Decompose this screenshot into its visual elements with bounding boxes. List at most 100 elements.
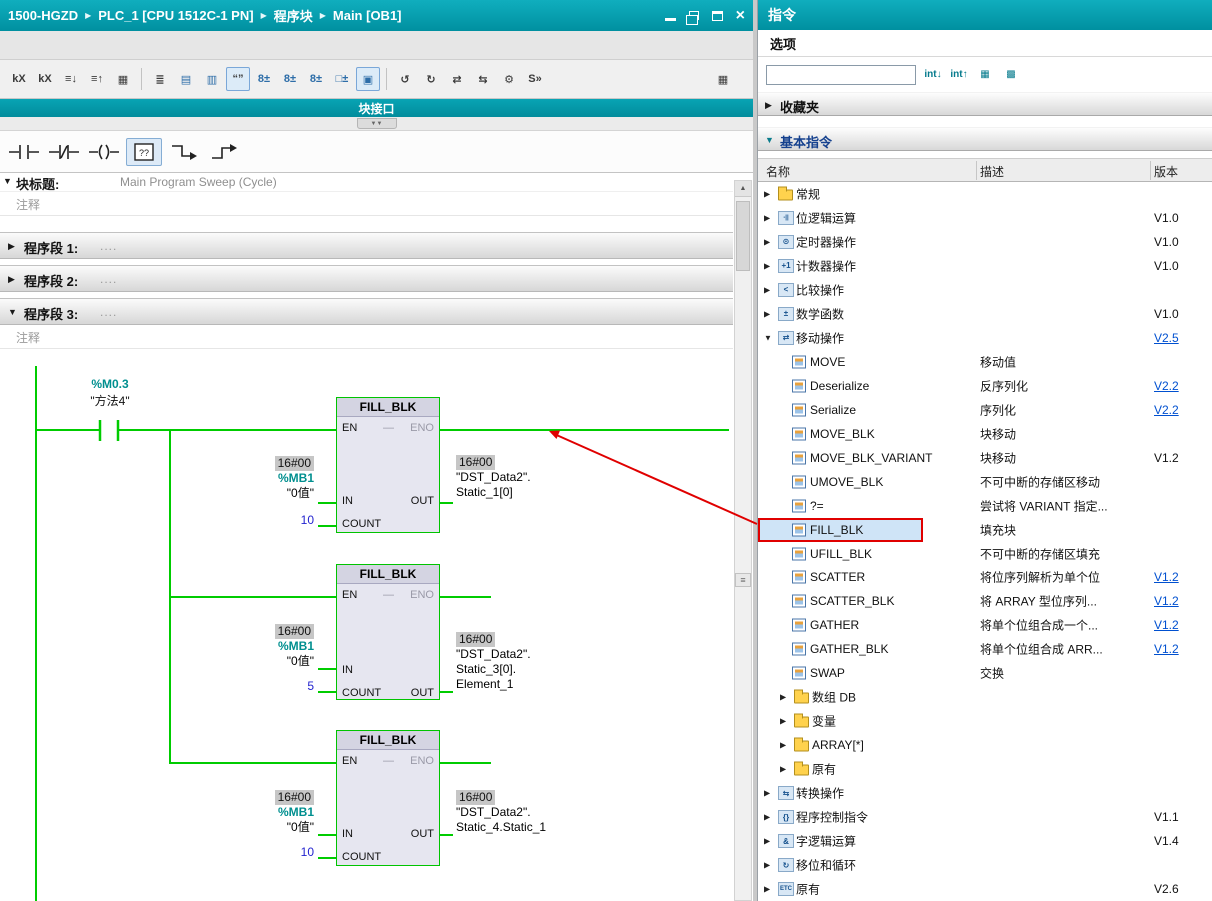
block-comment[interactable]: 注释	[0, 192, 733, 216]
fill-blk-block[interactable]: FILL_BLK EN — ENO IN COUNT OUT	[336, 730, 440, 866]
goto-previous-error-icon[interactable]: ↺	[393, 67, 417, 91]
pane-splitter-grip[interactable]: ≡	[735, 573, 751, 587]
block-title-row[interactable]: ▼ 块标题: Main Program Sweep (Cycle)	[0, 173, 733, 192]
instruction-row[interactable]: UMOVE_BLK 不可中断的存储区移动	[758, 470, 1212, 494]
instruction-row[interactable]: ▶ 数组 DB	[758, 685, 1212, 709]
fill-blk-block[interactable]: FILL_BLK EN — ENO IN COUNT OUT	[336, 397, 440, 533]
close-icon[interactable]: ×	[736, 7, 745, 24]
network-2-bar[interactable]: ▶ 程序段 2: ....	[0, 265, 733, 292]
instruction-row[interactable]: GATHER 将单个位组合成一个... V1.2	[758, 613, 1212, 637]
row-arrow[interactable]: ▶	[764, 861, 770, 870]
instruction-row[interactable]: SCATTER_BLK 将 ARRAY 型位序列... V1.2	[758, 589, 1212, 613]
breadcrumb-item[interactable]: Main [OB1]	[333, 8, 402, 23]
editor-layout-icon[interactable]: ▦	[711, 67, 735, 91]
instruction-row[interactable]: SCATTER 将位序列解析为单个位 V1.2	[758, 566, 1212, 590]
column-description[interactable]: 描述	[980, 163, 1004, 180]
chevron-right-icon[interactable]: ▶	[765, 100, 772, 111]
splitter-handle-icon[interactable]: ▼▼	[356, 118, 397, 129]
instruction-row[interactable]: ▶ ⇆ 转换操作	[758, 781, 1212, 805]
instruction-row[interactable]: UFILL_BLK 不可中断的存储区填充	[758, 542, 1212, 566]
highlight-operand-icon[interactable]: ▣	[356, 67, 380, 91]
vertical-scrollbar[interactable]: ▲ ≡	[734, 180, 752, 901]
instruction-row[interactable]: ▶ ARRAY[*]	[758, 733, 1212, 757]
chevron-down-icon[interactable]: ▼	[765, 135, 774, 145]
view-mode-icon[interactable]: ▦	[974, 65, 996, 85]
instruction-row[interactable]: GATHER_BLK 将单个位组合成 ARR... V1.2	[758, 637, 1212, 661]
count-value[interactable]: 10	[190, 845, 314, 859]
fill-blk-block[interactable]: FILL_BLK EN — ENO IN COUNT OUT	[336, 564, 440, 700]
instruction-row[interactable]: ▶ < 比较操作	[758, 278, 1212, 302]
consistency-check-icon[interactable]: ⇆	[471, 67, 495, 91]
goto-next-error-icon[interactable]: ↻	[419, 67, 443, 91]
favorites-section-header[interactable]: ▶ 收藏夹	[758, 92, 1212, 116]
in-operand-stack[interactable]: 16#00 %MB1 "0值"	[190, 790, 314, 835]
network-3-bar[interactable]: ▼ 程序段 3: ....	[0, 298, 733, 325]
instruction-row[interactable]: ▶ {} 程序控制指令 V1.1	[758, 805, 1212, 829]
instruction-row[interactable]: ▶ -|| 位逻辑运算 V1.0	[758, 206, 1212, 230]
row-version[interactable]: V2.2	[1154, 403, 1179, 417]
count-value[interactable]: 5	[190, 679, 314, 693]
nc-contact-icon[interactable]	[46, 138, 82, 166]
scroll-up-icon[interactable]: ▲	[735, 181, 751, 197]
operand-absolute-info-icon[interactable]: 8±	[252, 67, 276, 91]
row-arrow[interactable]: ▶	[764, 189, 770, 198]
contact-name[interactable]: "方法4"	[60, 392, 160, 409]
instruction-row[interactable]: ▶ +1 计数器操作 V1.0	[758, 254, 1212, 278]
minimize-icon[interactable]	[664, 18, 676, 21]
maximize-icon[interactable]	[711, 10, 723, 21]
insert-network-icon[interactable]: ▦	[111, 67, 135, 91]
no-contact-icon[interactable]	[6, 138, 42, 166]
instruction-row[interactable]: ▶ 原有	[758, 757, 1212, 781]
collapse-triangle-icon[interactable]: ▼	[3, 176, 12, 186]
instruction-row[interactable]: ▶ 常规	[758, 182, 1212, 206]
out-operand-stack[interactable]: 16#00 "DST_Data2". Static_4.Static_1	[456, 790, 666, 835]
pin-palette-icon[interactable]: ▩	[1000, 65, 1022, 85]
instruction-row[interactable]: MOVE_BLK_VARIANT 块移动 V1.2	[758, 446, 1212, 470]
coil-icon[interactable]	[86, 138, 122, 166]
row-version[interactable]: V2.5	[1154, 331, 1179, 345]
instruction-row[interactable]: MOVE 移动值	[758, 350, 1212, 374]
instruction-row[interactable]: ▶ ↻ 移位和循环	[758, 853, 1212, 877]
open-branch-icon[interactable]	[166, 138, 202, 166]
network-3-comment[interactable]: 注释	[0, 325, 733, 349]
row-arrow[interactable]: ▶	[764, 237, 770, 246]
row-version[interactable]: V1.2	[1154, 642, 1179, 656]
row-arrow[interactable]: ▶	[764, 885, 770, 894]
empty-box-icon[interactable]: ??	[126, 137, 162, 166]
in-operand-stack[interactable]: 16#00 %MB1 "0值"	[190, 456, 314, 501]
absolute-operands-icon[interactable]: kX	[7, 67, 31, 91]
maximize-editor-icon[interactable]: ▤	[174, 67, 198, 91]
instruction-row[interactable]: ▶ 变量	[758, 709, 1212, 733]
instruction-row[interactable]: Serialize 序列化 V2.2	[758, 398, 1212, 422]
update-block-calls-icon[interactable]: ⇄	[445, 67, 469, 91]
instruction-row[interactable]: FILL_BLK 填充块	[758, 517, 1212, 542]
contact-operand[interactable]: %M0.3	[60, 377, 160, 391]
instruction-row[interactable]: ?= 尝试将 VARIANT 指定...	[758, 494, 1212, 518]
row-version[interactable]: V1.2	[1154, 594, 1179, 608]
count-value[interactable]: 10	[190, 513, 314, 527]
split-editor-icon[interactable]: ▥	[200, 67, 224, 91]
breadcrumb-item[interactable]: PLC_1 [CPU 1512C-1 PN]	[98, 8, 253, 23]
filter-all-icon[interactable]: int↑	[948, 65, 970, 85]
row-version[interactable]: V1.2	[1154, 618, 1179, 632]
interface-splitter[interactable]: ▼▼	[0, 117, 753, 131]
row-arrow[interactable]: ▶	[764, 837, 770, 846]
column-version[interactable]: 版本	[1154, 163, 1178, 180]
symbolic-operands-icon[interactable]: kX	[33, 67, 57, 91]
block-interface-bar[interactable]: 块接口	[0, 99, 753, 117]
row-arrow[interactable]: ▶	[764, 813, 770, 822]
instruction-row[interactable]: Deserialize 反序列化 V2.2	[758, 374, 1212, 398]
row-version[interactable]: V2.2	[1154, 379, 1179, 393]
row-arrow[interactable]: ▶	[764, 285, 770, 294]
scrollbar-thumb[interactable]	[736, 201, 750, 271]
in-operand-stack[interactable]: 16#00 %MB1 "0值"	[190, 624, 314, 669]
row-version[interactable]: V1.2	[1154, 570, 1179, 584]
row-arrow[interactable]: ▶	[764, 213, 770, 222]
network-expand-all-icon[interactable]: ≡↓	[59, 67, 83, 91]
instructions-search-input[interactable]	[766, 64, 916, 85]
network-collapse-all-icon[interactable]: ≡↑	[85, 67, 109, 91]
toggle-comments-icon[interactable]: “”	[226, 67, 250, 91]
row-arrow[interactable]: ▶	[764, 309, 770, 318]
basic-instructions-section-header[interactable]: ▼ 基本指令	[758, 127, 1212, 151]
instruction-row[interactable]: SWAP 交换	[758, 661, 1212, 685]
